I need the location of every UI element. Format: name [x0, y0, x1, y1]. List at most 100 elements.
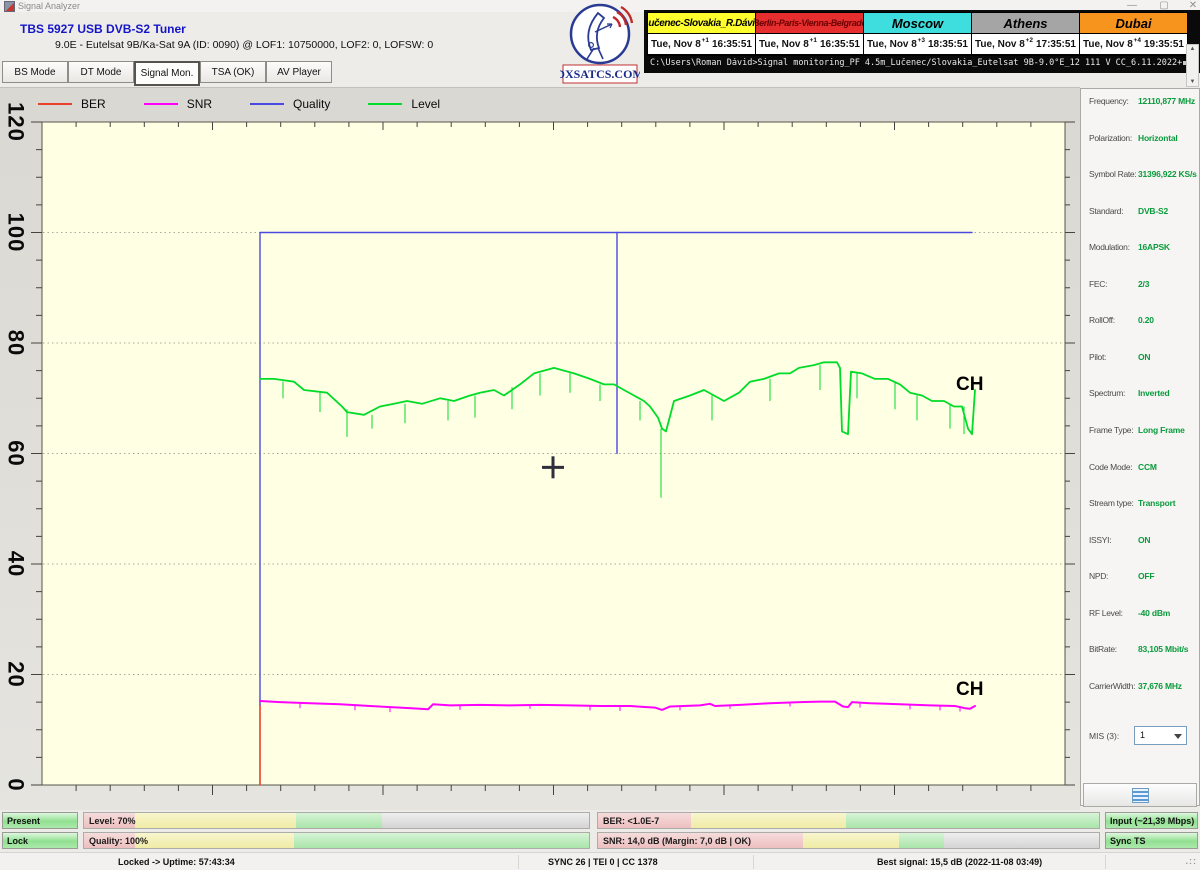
level-bar-label: Level: 70%: [89, 816, 136, 826]
clock-athens: Athens Tue, Nov 8 +2 17:35:51: [972, 13, 1080, 55]
param-value: 12110,877 MHz: [1138, 96, 1195, 106]
param-value: 31396,922 KS/s: [1138, 169, 1197, 180]
channel-label: CH: [956, 679, 983, 700]
command-line[interactable]: C:\Users\Roman Dávid>Signal monitoring_P…: [650, 58, 1196, 68]
clock-value: 18:35:51: [927, 38, 968, 50]
clock-time-row: Tue, Nov 8 +1 16:35:51: [648, 34, 755, 54]
param-label: NPD:: [1089, 571, 1109, 582]
param-row-rolloff: RollOff: 0.20: [1081, 315, 1199, 327]
param-value: Long Frame: [1138, 424, 1185, 435]
mode-tabs: BS Mode DT Mode Signal Mon. TSA (OK) AV Play…: [2, 61, 332, 88]
clock-berlin-paris-vienna-belgrade: Berlin-Paris-Vienna-Belgrade Tue, Nov 8 +1…: [756, 13, 864, 55]
app-icon: [4, 1, 15, 12]
clock-value: 16:35:51: [711, 38, 752, 50]
mis-label: MIS (3):: [1089, 731, 1120, 741]
tab-av-player[interactable]: AV Player: [266, 61, 332, 83]
clock-time-row: Tue, Nov 8 +1 16:35:51: [756, 34, 863, 54]
status-bar: Locked -> Uptime: 57:43:34 SYNC 26 | TEI…: [0, 852, 1200, 870]
param-label: Frame Type:: [1089, 424, 1134, 435]
param-label: Modulation:: [1089, 242, 1130, 253]
param-label: Frequency:: [1089, 96, 1129, 106]
tab-dt-mode[interactable]: DT Mode: [68, 61, 134, 83]
y-axis-label: 20: [4, 661, 29, 687]
signal-plot[interactable]: 0 20 40 60 80 100 120 CH CH: [0, 88, 1080, 810]
param-row-spectrum: Spectrum: Inverted: [1081, 388, 1199, 400]
mis-dropdown[interactable]: 1: [1134, 726, 1187, 745]
param-label: ISSYI:: [1089, 534, 1112, 545]
ber-progress-bar: BER: <1.0E-7: [597, 812, 1100, 829]
clock-value: 16:35:51: [819, 38, 860, 50]
param-value: 2/3: [1138, 278, 1150, 289]
snr-bar-label: SNR: 14,0 dB (Margin: 7,0 dB | OK): [603, 836, 752, 846]
param-row-stream-type: Stream type: Transport: [1081, 498, 1199, 510]
command-text: C:\Users\Roman Dávid>Signal monitoring_P…: [650, 58, 1183, 68]
y-axis-label: 120: [4, 102, 29, 142]
utc-offset: +1: [701, 36, 709, 44]
stream-list-button[interactable]: [1083, 783, 1197, 807]
present-badge: Present: [2, 812, 78, 829]
sync-counters-status: SYNC 26 | TEI 0 | CC 1378: [548, 857, 658, 867]
terminal-scrollbar[interactable]: ▲ ▼: [1186, 44, 1199, 87]
clock-city-label: Berlin-Paris-Vienna-Belgrade: [756, 13, 863, 34]
tuner-title: TBS 5927 USB DVB-S2 Tuner: [20, 22, 186, 36]
command-prompt-window[interactable]: Lučenec-Slovakia_R.Dávid Tue, Nov 8 +1 16:3…: [644, 10, 1200, 73]
signal-monitor-chart: BER SNR Quality Level 0 20 40 60 80 100 120 CH CH: [0, 88, 1080, 810]
window-title: Signal Analyzer: [18, 1, 81, 11]
sync-ts-badge: Sync TS: [1105, 832, 1198, 849]
y-axis-label: 60: [4, 440, 29, 466]
param-row-frequency: Frequency: 12110,877 MHz: [1081, 96, 1199, 108]
param-row-modulation: Modulation: 16APSK: [1081, 242, 1199, 254]
green-zone: [293, 833, 589, 848]
param-row-issyi: ISSYI: ON: [1081, 535, 1199, 547]
resize-grip[interactable]: .::: [1186, 856, 1198, 866]
yellow-zone: [134, 813, 297, 828]
stream-list-icon: [1131, 787, 1149, 803]
green-zone: [845, 813, 1099, 828]
param-label: Symbol Rate:: [1089, 169, 1137, 180]
param-row-frame-type: Frame Type: Long Frame: [1081, 425, 1199, 437]
tab-signal-mon[interactable]: Signal Mon.: [134, 61, 200, 86]
clock-city-label: Dubai: [1080, 13, 1187, 34]
gray-zone: [381, 813, 589, 828]
param-value: 16APSK: [1138, 242, 1170, 253]
level-progress-bar: Level: 70%: [83, 812, 590, 829]
world-clocks: Lučenec-Slovakia_R.Dávid Tue, Nov 8 +1 16:3…: [647, 12, 1188, 56]
tuner-info: 9.0E - Eutelsat 9B/Ka-Sat 9A (ID: 0090) …: [55, 39, 434, 51]
param-value: 83,105 Mbit/s: [1138, 644, 1189, 655]
tab-tsa-ok[interactable]: TSA (OK): [200, 61, 266, 83]
clock-value: 19:35:51: [1143, 38, 1184, 50]
snr-progress-bar: SNR: 14,0 dB (Margin: 7,0 dB | OK): [597, 832, 1100, 849]
quality-bar-label: Quality: 100%: [89, 836, 149, 846]
param-label: CarrierWidth:: [1089, 680, 1136, 691]
lock-badge: Lock: [2, 832, 78, 849]
logo-text: DXSATCS.COM: [560, 67, 640, 81]
clock-time-row: Tue, Nov 8 +3 18:35:51: [864, 34, 971, 54]
yellow-zone: [690, 813, 846, 828]
clock-moscow: Moscow Tue, Nov 8 +3 18:35:51: [864, 13, 972, 55]
lock-uptime-status: Locked -> Uptime: 57:43:34: [118, 857, 235, 867]
clock-date: Tue, Nov 8: [867, 38, 917, 50]
param-value: -40 dBm: [1138, 607, 1171, 618]
param-row-carrierwidth: CarrierWidth: 37,676 MHz: [1081, 681, 1199, 693]
clock-city-label: Lučenec-Slovakia_R.Dávid: [648, 13, 755, 34]
clock-city-label: Athens: [972, 13, 1079, 34]
param-row-npd: NPD: OFF: [1081, 571, 1199, 583]
tab-bs-mode[interactable]: BS Mode: [2, 61, 68, 83]
param-value: 37,676 MHz: [1138, 680, 1182, 691]
param-value: Inverted: [1138, 388, 1170, 399]
green-zone: [898, 833, 944, 848]
quality-progress-bar: Quality: 100%: [83, 832, 590, 849]
input-bitrate-badge: Input (~21,39 Mbps): [1105, 812, 1198, 829]
clock-date: Tue, Nov 8: [651, 38, 701, 50]
channel-label: CH: [956, 374, 983, 395]
param-label: BitRate:: [1089, 644, 1117, 655]
param-row-pilot: Pilot: ON: [1081, 352, 1199, 364]
clock-date: Tue, Nov 8: [1083, 38, 1133, 50]
clock-date: Tue, Nov 8: [759, 38, 809, 50]
scroll-up-icon[interactable]: ▲: [1187, 46, 1198, 52]
statusbar-divider: [753, 855, 754, 869]
param-value: 0.20: [1138, 315, 1154, 326]
scroll-down-icon[interactable]: ▼: [1187, 79, 1198, 85]
param-row-symbol-rate: Symbol Rate: 31396,922 KS/s: [1081, 169, 1199, 181]
chevron-down-icon: [1174, 734, 1182, 739]
